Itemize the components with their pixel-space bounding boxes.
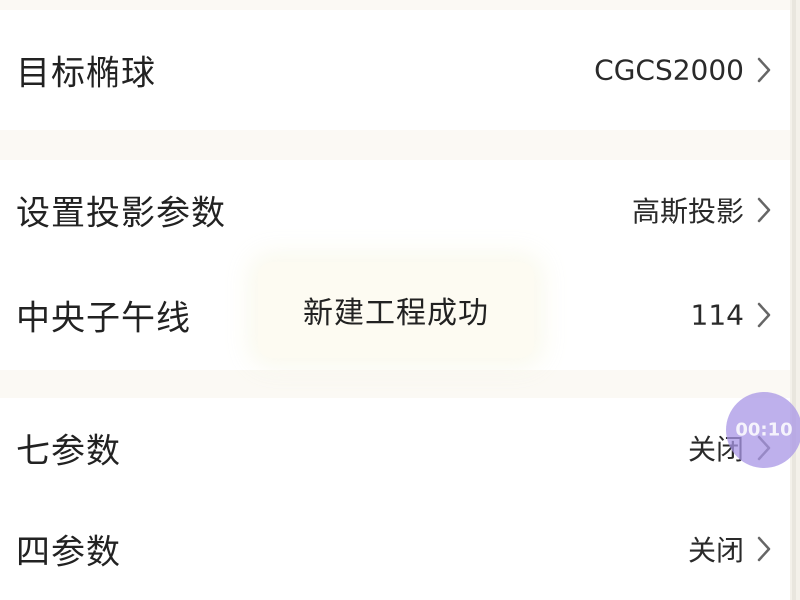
timer-text: 00:10 [735,419,793,441]
chevron-right-icon [754,195,774,225]
scrollbar-track[interactable] [790,0,800,600]
setting-row-four-params[interactable]: 四参数 关闭 [0,498,790,600]
toast-message: 新建工程成功 [258,262,534,358]
setting-value: CGCS2000 [594,53,744,87]
section-divider [0,130,790,160]
setting-value: 高斯投影 [631,195,744,228]
setting-label: 中央子午线 [16,298,191,339]
chevron-right-icon [754,534,774,564]
toast-text: 新建工程成功 [303,296,489,331]
setting-row-projection-params[interactable]: 设置投影参数 高斯投影 [0,160,790,260]
setting-value: 114 [690,298,744,332]
section-divider [0,370,790,398]
setting-label: 七参数 [16,431,121,472]
settings-screen: 目标椭球 CGCS2000 设置投影参数 高斯投影 中央子午线 114 七参数 … [0,0,800,600]
setting-row-seven-params[interactable]: 七参数 关闭 [0,398,790,498]
setting-row-target-ellipsoid[interactable]: 目标椭球 CGCS2000 [0,10,790,130]
recording-timer-bubble[interactable]: 00:10 [726,392,800,468]
setting-label: 设置投影参数 [16,193,226,234]
divider [0,0,790,10]
chevron-right-icon [754,300,774,330]
setting-label: 目标椭球 [16,53,156,94]
scrollbar-thumb[interactable] [792,0,796,600]
setting-value: 关闭 [687,534,744,567]
chevron-right-icon [754,55,774,85]
setting-label: 四参数 [16,532,121,573]
